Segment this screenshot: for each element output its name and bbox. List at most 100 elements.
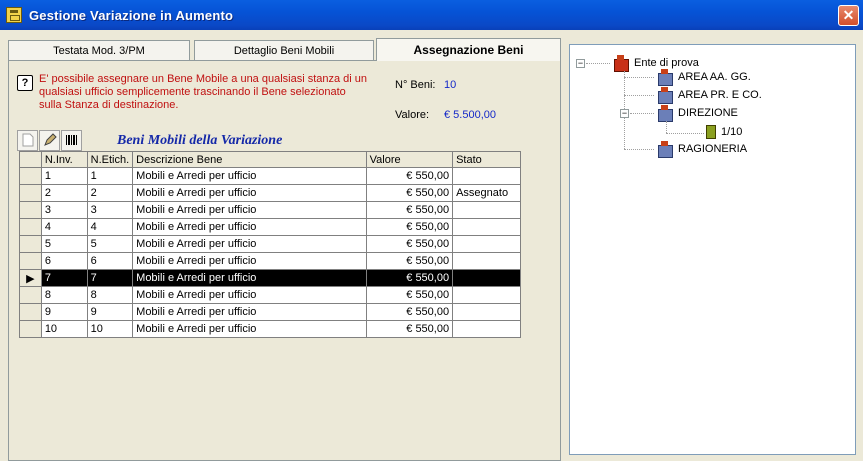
tab-testata[interactable]: Testata Mod. 3/PM [8, 40, 190, 60]
table-row[interactable]: 1 1 Mobili e Arredi per ufficio € 550,00 [19, 167, 521, 185]
tree-line [624, 77, 654, 78]
help-text: E' possibile assegnare un Bene Mobile a … [39, 73, 368, 111]
cell-stato[interactable] [452, 303, 521, 321]
cell-netich[interactable]: 7 [86, 269, 134, 287]
cell-stato[interactable] [452, 320, 521, 338]
row-indicator[interactable] [19, 320, 42, 338]
door-icon [706, 125, 716, 139]
cell-ninv[interactable]: 10 [40, 320, 88, 338]
cell-netich[interactable]: 9 [86, 303, 134, 321]
col-header-ninv[interactable]: N.Inv. [40, 151, 88, 168]
cell-descrizione[interactable]: Mobili e Arredi per ufficio [132, 303, 367, 321]
cell-ninv[interactable]: 1 [40, 167, 88, 185]
row-indicator[interactable] [19, 286, 42, 304]
cell-descrizione[interactable]: Mobili e Arredi per ufficio [132, 286, 367, 304]
cell-descrizione[interactable]: Mobili e Arredi per ufficio [132, 167, 367, 185]
row-indicator[interactable] [19, 167, 42, 185]
cell-netich[interactable]: 8 [86, 286, 134, 304]
cell-stato[interactable]: Assegnato [452, 184, 521, 202]
table-row[interactable]: 4 4 Mobili e Arredi per ufficio € 550,00 [19, 218, 521, 236]
cell-stato[interactable] [452, 286, 521, 304]
stanze-tree[interactable]: − Ente di prova AREA AA. GG. AREA PR. E … [569, 44, 856, 455]
row-indicator[interactable] [19, 303, 42, 321]
row-indicator[interactable] [19, 201, 42, 219]
cell-descrizione[interactable]: Mobili e Arredi per ufficio [132, 320, 367, 338]
tree-node-label: 1/10 [721, 126, 743, 138]
cell-ninv[interactable]: 7 [40, 269, 88, 287]
cell-stato[interactable] [452, 167, 521, 185]
cell-ninv[interactable]: 9 [40, 303, 88, 321]
table-row[interactable]: ▶ 7 7 Mobili e Arredi per ufficio € 550,00 [19, 269, 521, 287]
cell-descrizione[interactable]: Mobili e Arredi per ufficio [132, 201, 367, 219]
cell-netich[interactable]: 1 [86, 167, 134, 185]
table-row[interactable]: 9 9 Mobili e Arredi per ufficio € 550,00 [19, 303, 521, 321]
table-row[interactable]: 10 10 Mobili e Arredi per ufficio € 550,00 [19, 320, 521, 338]
table-row[interactable]: 6 6 Mobili e Arredi per ufficio € 550,00 [19, 252, 521, 270]
cell-netich[interactable]: 3 [86, 201, 134, 219]
cell-descrizione[interactable]: Mobili e Arredi per ufficio [132, 252, 367, 270]
row-indicator[interactable] [19, 218, 42, 236]
cell-valore[interactable]: € 550,00 [365, 252, 454, 270]
cell-ninv[interactable]: 2 [40, 184, 88, 202]
close-button[interactable]: ✕ [838, 5, 859, 26]
row-indicator[interactable]: ▶ [19, 269, 42, 287]
cell-netich[interactable]: 6 [86, 252, 134, 270]
tree-node-direzione[interactable]: DIREZIONE [656, 105, 738, 122]
cell-descrizione[interactable]: Mobili e Arredi per ufficio [132, 235, 367, 253]
cell-valore[interactable]: € 550,00 [365, 167, 454, 185]
cell-ninv[interactable]: 4 [40, 218, 88, 236]
table-row[interactable]: 5 5 Mobili e Arredi per ufficio € 550,00 [19, 235, 521, 253]
cell-netich[interactable]: 5 [86, 235, 134, 253]
col-header-netich[interactable]: N.Etich. [86, 151, 134, 168]
cell-descrizione[interactable]: Mobili e Arredi per ufficio [132, 218, 367, 236]
tab-dettaglio-beni[interactable]: Dettaglio Beni Mobili [194, 40, 374, 60]
cell-stato[interactable] [452, 201, 521, 219]
cell-ninv[interactable]: 6 [40, 252, 88, 270]
tab-assegnazione-beni[interactable]: Assegnazione Beni [376, 38, 561, 61]
cell-netich[interactable]: 2 [86, 184, 134, 202]
row-indicator[interactable] [19, 252, 42, 270]
new-document-button[interactable] [17, 129, 38, 151]
table-row[interactable]: 8 8 Mobili e Arredi per ufficio € 550,00 [19, 286, 521, 304]
tree-line [630, 113, 654, 114]
cell-valore[interactable]: € 550,00 [365, 184, 454, 202]
row-indicator[interactable] [19, 235, 42, 253]
cell-ninv[interactable]: 5 [40, 235, 88, 253]
cell-descrizione[interactable]: Mobili e Arredi per ufficio [132, 269, 367, 287]
cell-stato[interactable] [452, 252, 521, 270]
tree-line [666, 121, 667, 133]
tree-node-area-aa-gg[interactable]: AREA AA. GG. [656, 69, 751, 86]
col-header-valore[interactable]: Valore [365, 151, 454, 168]
table-row[interactable]: 3 3 Mobili e Arredi per ufficio € 550,00 [19, 201, 521, 219]
tree-node-root[interactable]: Ente di prova [612, 55, 699, 72]
cell-stato[interactable] [452, 218, 521, 236]
col-header-descrizione[interactable]: Descrizione Bene [132, 151, 367, 168]
cell-valore[interactable]: € 550,00 [365, 286, 454, 304]
cell-valore[interactable]: € 550,00 [365, 201, 454, 219]
cell-ninv[interactable]: 3 [40, 201, 88, 219]
cell-stato[interactable] [452, 235, 521, 253]
tree-node-area-pr-e-co[interactable]: AREA PR. E CO. [656, 87, 762, 104]
tree-node-stanza-1-10[interactable]: 1/10 [706, 125, 742, 139]
tree-node-ragioneria[interactable]: RAGIONERIA [656, 141, 747, 158]
col-header-stato[interactable]: Stato [452, 151, 521, 168]
cell-netich[interactable]: 4 [86, 218, 134, 236]
cell-netich[interactable]: 10 [86, 320, 134, 338]
cell-valore[interactable]: € 550,00 [365, 269, 454, 287]
direzione-collapse-toggle[interactable]: − [620, 109, 629, 118]
cell-descrizione[interactable]: Mobili e Arredi per ufficio [132, 184, 367, 202]
cell-valore[interactable]: € 550,00 [365, 235, 454, 253]
root-collapse-toggle[interactable]: − [576, 59, 585, 68]
edit-button[interactable] [39, 129, 60, 151]
cell-valore[interactable]: € 550,00 [365, 218, 454, 236]
tree-line [586, 63, 610, 64]
cell-stato[interactable] [452, 269, 521, 287]
cell-ninv[interactable]: 8 [40, 286, 88, 304]
beni-grid[interactable]: N.Inv. N.Etich. Descrizione Bene Valore … [19, 151, 521, 338]
barcode-button[interactable] [61, 129, 82, 151]
n-beni-value: 10 [444, 79, 457, 91]
cell-valore[interactable]: € 550,00 [365, 303, 454, 321]
table-row[interactable]: 2 2 Mobili e Arredi per ufficio € 550,00 Ass… [19, 184, 521, 202]
cell-valore[interactable]: € 550,00 [365, 320, 454, 338]
row-indicator[interactable] [19, 184, 42, 202]
